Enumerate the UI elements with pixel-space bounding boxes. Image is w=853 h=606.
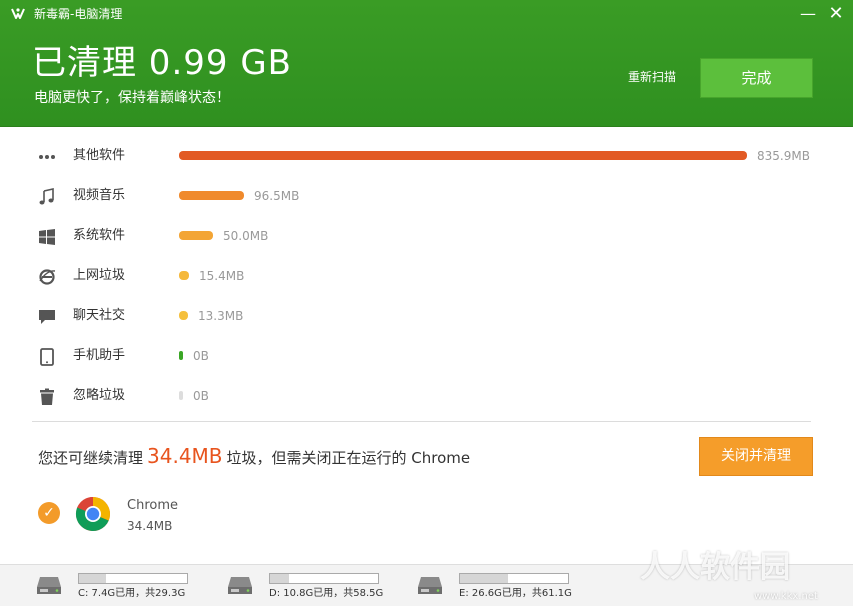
category-value: 13.3MB xyxy=(198,309,244,323)
windows-icon xyxy=(39,229,55,245)
category-bar xyxy=(179,191,244,200)
chrome-icon xyxy=(75,496,110,531)
category-bar xyxy=(179,391,183,400)
category-row: 手机助手 0B xyxy=(0,336,853,376)
category-bar xyxy=(179,271,189,280)
hard-drive-icon xyxy=(37,577,61,594)
drive-e: E: 26.6G已用，共61.1G xyxy=(417,565,597,606)
drive-usage-bar xyxy=(269,573,379,584)
drive-usage-fill xyxy=(460,574,508,583)
ie-browser-icon xyxy=(39,269,56,285)
category-value: 15.4MB xyxy=(199,269,245,283)
category-row: 系统软件 50.0MB xyxy=(0,216,853,256)
drive-usage-text: C: 7.4G已用，共29.3G xyxy=(78,588,186,599)
category-value: 96.5MB xyxy=(254,189,300,203)
category-label: 其他软件 xyxy=(73,148,126,163)
drive-d: D: 10.8G已用，共58.5G xyxy=(227,565,407,606)
category-row: 视频音乐 96.5MB xyxy=(0,176,853,216)
drive-c: C: 7.4G已用，共29.3G xyxy=(36,565,216,606)
rescan-link[interactable]: 重新扫描 xyxy=(628,69,676,85)
duba-logo-icon xyxy=(11,8,25,19)
drive-usage-fill xyxy=(79,574,106,583)
music-note-icon xyxy=(39,188,54,205)
site-watermark-url: www.kkx.net xyxy=(754,591,818,602)
notice-prefix: 您还可继续清理 xyxy=(38,449,144,467)
category-label: 视频音乐 xyxy=(73,188,126,203)
category-label: 手机助手 xyxy=(73,348,126,363)
minimize-button[interactable]: — xyxy=(798,4,818,24)
notice-suffix: 垃圾，但需关闭正在运行的 Chrome xyxy=(226,449,471,467)
category-row: 聊天社交 13.3MB xyxy=(0,296,853,336)
category-value: 0B xyxy=(193,349,209,363)
category-label: 系统软件 xyxy=(73,228,126,243)
drive-usage-fill xyxy=(270,574,289,583)
category-label: 上网垃圾 xyxy=(73,268,126,283)
notice-amount: 34.4MB xyxy=(147,444,223,468)
done-button[interactable]: 完成 xyxy=(700,58,813,98)
close-and-clean-button[interactable]: 关闭并清理 xyxy=(699,437,813,476)
category-row: 其他软件 835.9MB xyxy=(0,136,853,176)
category-bar xyxy=(179,311,188,320)
hard-drive-icon xyxy=(228,577,252,594)
trash-icon xyxy=(40,388,54,405)
running-app-name: Chrome xyxy=(127,498,178,513)
category-value: 0B xyxy=(193,389,209,403)
cleaned-headline: 已清理 0.99 GB xyxy=(32,43,292,83)
continue-clean-notice: 您还可继续清理 34.4MB 垃圾，但需关闭正在运行的 Chrome xyxy=(38,443,470,471)
title-bar: 新毒霸-电脑清理 — ✕ xyxy=(0,0,853,28)
category-label: 聊天社交 xyxy=(73,308,126,323)
category-bar xyxy=(179,151,747,160)
section-divider xyxy=(32,421,811,422)
header-banner: 新毒霸-电脑清理 — ✕ 已清理 0.99 GB 电脑更快了，保持着巅峰状态！ … xyxy=(0,0,853,127)
category-bar xyxy=(179,231,213,240)
category-bar xyxy=(179,351,183,360)
close-button[interactable]: ✕ xyxy=(826,4,846,24)
category-row: 忽略垃圾 0B xyxy=(0,376,853,416)
more-dots-icon xyxy=(39,155,55,159)
window-title: 新毒霸-电脑清理 xyxy=(34,7,123,21)
hard-drive-icon xyxy=(418,577,442,594)
site-watermark: 人人软件园 xyxy=(640,550,790,585)
drive-usage-text: D: 10.8G已用，共58.5G xyxy=(269,588,384,599)
chat-bubble-icon xyxy=(39,310,55,324)
drive-usage-text: E: 26.6G已用，共61.1G xyxy=(459,588,572,599)
cleaned-subline: 电脑更快了，保持着巅峰状态！ xyxy=(34,90,230,106)
drive-usage-bar xyxy=(459,573,569,584)
category-label: 忽略垃圾 xyxy=(73,388,126,403)
category-value: 50.0MB xyxy=(223,229,269,243)
category-row: 上网垃圾 15.4MB xyxy=(0,256,853,296)
chrome-checkbox[interactable]: ✓ xyxy=(38,502,60,524)
category-value: 835.9MB xyxy=(757,149,810,163)
running-app-size: 34.4MB xyxy=(127,519,173,533)
drive-usage-bar xyxy=(78,573,188,584)
phone-icon xyxy=(40,348,54,366)
